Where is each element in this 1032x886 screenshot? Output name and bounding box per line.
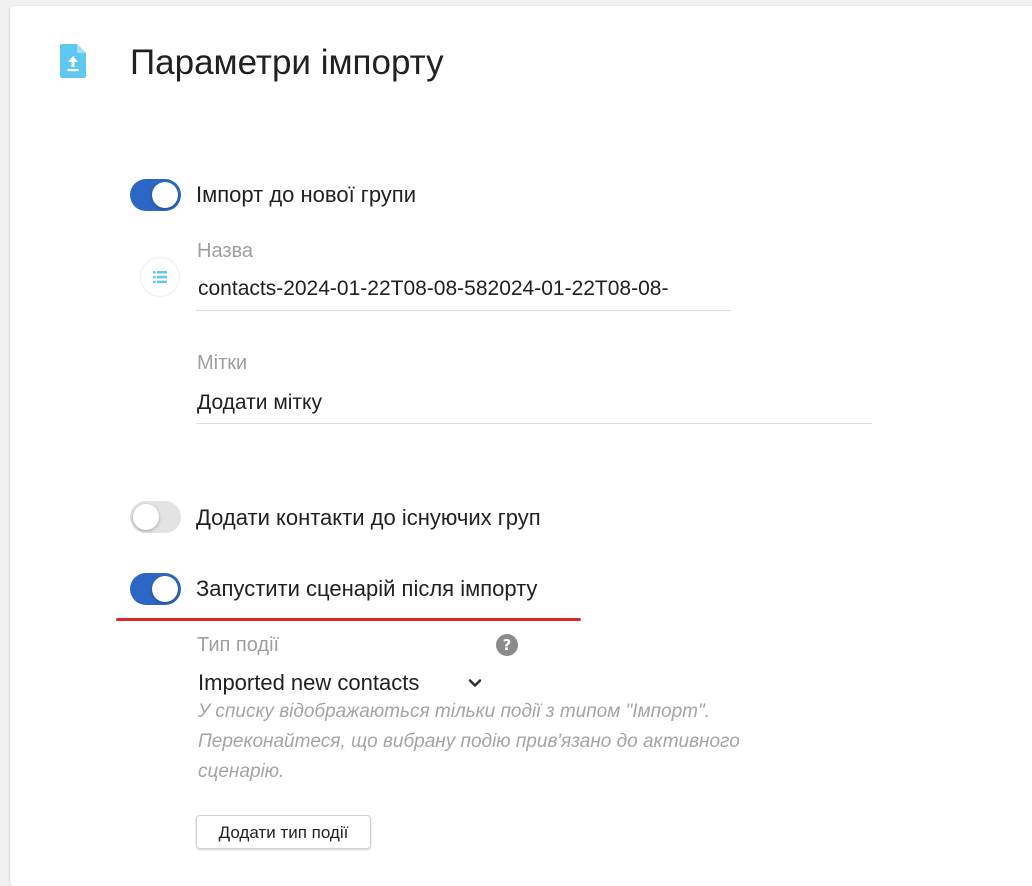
highlight-underline xyxy=(116,618,581,621)
page-title: Параметри імпорту xyxy=(130,43,444,82)
name-input[interactable]: contacts-2024-01-22T08-08-582024-01-22T0… xyxy=(198,274,732,304)
event-type-label: Тип події xyxy=(197,634,280,656)
toggle-knob xyxy=(152,182,178,208)
import-new-group-toggle[interactable] xyxy=(130,179,181,211)
run-scenario-toggle[interactable] xyxy=(130,573,181,605)
name-input-underline xyxy=(196,310,731,311)
add-event-type-button[interactable]: Додати тип події xyxy=(196,815,371,849)
event-type-hint-line-1: У списку відображаються тільки події з т… xyxy=(198,701,711,722)
event-type-select[interactable]: Imported new contacts xyxy=(198,668,419,698)
list-icon xyxy=(141,258,179,296)
import-new-group-label: Імпорт до нової групи xyxy=(196,182,417,207)
tags-input[interactable]: Додати мітку xyxy=(197,388,867,418)
tags-field-label: Мітки xyxy=(197,352,248,374)
toggle-knob xyxy=(152,576,178,602)
file-upload-icon xyxy=(60,44,86,78)
run-scenario-label: Запустити сценарій після імпорту xyxy=(196,576,538,601)
tags-input-underline xyxy=(196,423,872,424)
chevron-down-icon[interactable] xyxy=(466,674,484,692)
toggle-knob xyxy=(133,504,159,530)
help-icon[interactable]: ? xyxy=(496,634,518,656)
add-to-existing-groups-toggle[interactable] xyxy=(130,501,181,533)
event-type-hint-line-3: сценарію. xyxy=(198,761,285,782)
add-to-existing-groups-label: Додати контакти до існуючих груп xyxy=(196,505,541,530)
name-field-label: Назва xyxy=(197,240,254,262)
event-type-hint-line-2: Переконайтеся, що вибрану подію прив'яза… xyxy=(198,731,740,752)
